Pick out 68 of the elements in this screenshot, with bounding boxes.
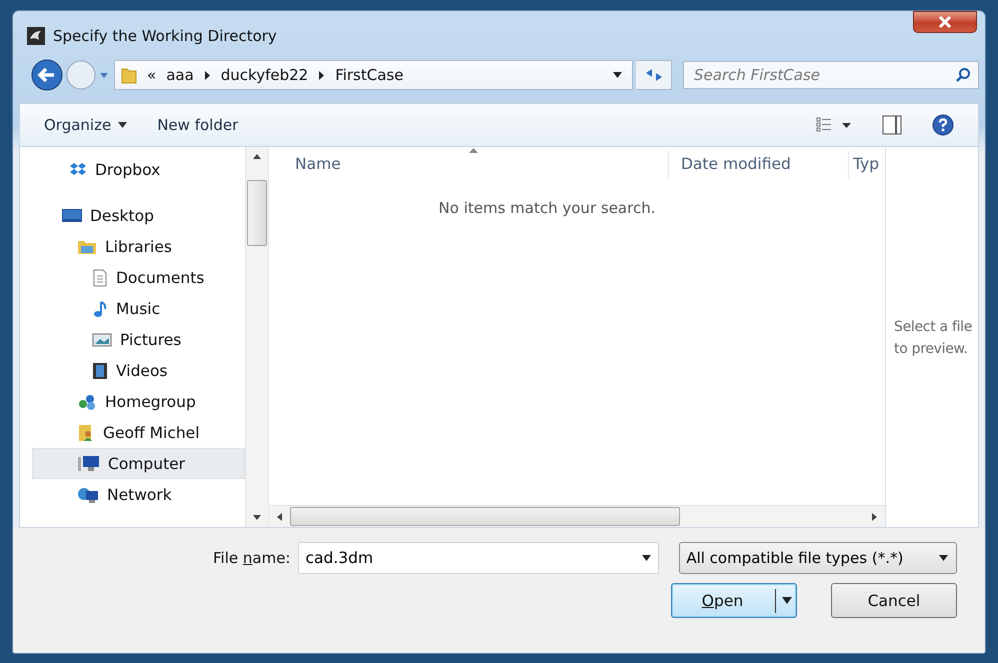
nav-item[interactable]: Documents: [32, 262, 245, 293]
nav-item[interactable]: Desktop: [32, 200, 245, 231]
nav-item[interactable]: Music: [32, 293, 245, 324]
scroll-thumb[interactable]: [247, 180, 267, 246]
scroll-thumb[interactable]: [290, 507, 680, 526]
vertical-scrollbar[interactable]: [245, 147, 268, 527]
nav-item[interactable]: Libraries: [32, 231, 245, 262]
path-overflow[interactable]: «: [147, 66, 156, 84]
nav-item[interactable]: Videos: [32, 355, 245, 386]
scroll-left-icon[interactable]: [277, 512, 282, 520]
file-name-field[interactable]: cad.3dm: [298, 542, 660, 574]
new-folder-button[interactable]: New folder: [157, 116, 238, 134]
nav-item[interactable]: Pictures: [32, 324, 245, 355]
user-folder-icon: [77, 424, 95, 442]
dropdown-icon[interactable]: [642, 555, 652, 561]
document-icon: [92, 268, 108, 286]
nav-item[interactable]: Dropbox: [32, 154, 245, 185]
scroll-right-icon[interactable]: [872, 512, 877, 520]
view-options-icon[interactable]: [816, 117, 852, 133]
library-icon: [77, 238, 97, 254]
sort-arrow-icon: [469, 148, 478, 153]
empty-message: No items match your search.: [438, 199, 656, 217]
folder-icon: [121, 66, 137, 84]
app-icon: [27, 27, 45, 45]
scroll-up-icon[interactable]: [253, 154, 261, 159]
refresh-button[interactable]: [636, 60, 672, 90]
file-type-dropdown[interactable]: All compatible file types (*.*): [679, 542, 957, 574]
column-header[interactable]: Date modified: [669, 151, 849, 179]
music-note-icon: [92, 300, 108, 318]
nav-item[interactable]: Geoff Michel: [32, 417, 245, 448]
open-button[interactable]: Open: [671, 583, 797, 618]
search-icon: [955, 67, 971, 83]
history-dropdown-icon[interactable]: [99, 71, 109, 79]
nav-item[interactable]: Network: [32, 479, 245, 510]
breadcrumb[interactable]: FirstCase: [335, 66, 404, 84]
breadcrumb[interactable]: aaa: [166, 66, 194, 84]
dropdown-icon[interactable]: [613, 72, 622, 78]
desktop-icon: [62, 208, 82, 224]
dropdown-icon: [939, 555, 948, 561]
scroll-down-icon[interactable]: [253, 515, 261, 520]
caret-icon: [782, 597, 792, 604]
homegroup-icon: [77, 392, 97, 410]
close-icon: [938, 16, 952, 28]
help-icon[interactable]: [932, 114, 954, 136]
back-button[interactable]: [31, 59, 63, 91]
caret-icon: [118, 122, 128, 128]
chevron-icon[interactable]: [204, 70, 211, 80]
dropbox-icon: [69, 162, 87, 178]
preview-pane-icon[interactable]: [882, 115, 902, 135]
film-icon: [92, 362, 108, 380]
nav-item[interactable]: Computer: [32, 448, 245, 479]
picture-icon: [92, 332, 112, 348]
breadcrumb[interactable]: duckyfeb22: [220, 66, 308, 84]
nav-item[interactable]: Homegroup: [32, 386, 245, 417]
address-bar[interactable]: « aaa duckyfeb22 FirstCase: [114, 60, 633, 90]
column-header[interactable]: Typ: [849, 151, 885, 179]
organize-button[interactable]: Organize: [44, 116, 128, 134]
refresh-icon: [644, 67, 664, 83]
search-field[interactable]: Search FirstCase: [683, 61, 979, 89]
preview-message: Select a file to preview.: [893, 318, 974, 358]
file-name-label: File name:: [213, 549, 290, 567]
chevron-icon[interactable]: [318, 70, 326, 80]
cancel-button[interactable]: Cancel: [831, 583, 957, 618]
window-title: Specify the Working Directory: [53, 27, 277, 45]
horizontal-scrollbar[interactable]: [269, 505, 885, 527]
close-button[interactable]: [913, 11, 977, 33]
network-icon: [77, 486, 99, 504]
computer-icon: [78, 454, 100, 472]
